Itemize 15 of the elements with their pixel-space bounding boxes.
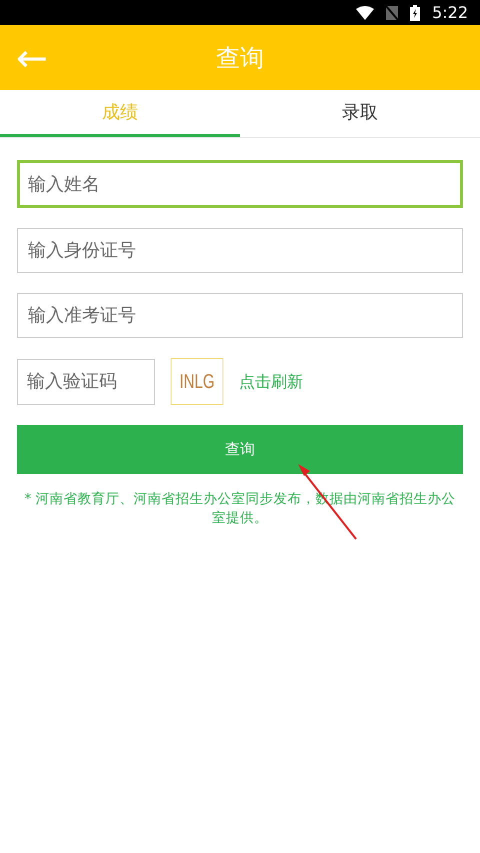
input-field[interactable]: 输入准考证号 — [17, 293, 463, 338]
tab[interactable]: 成绩 — [0, 90, 240, 137]
input-field[interactable]: 输入姓名 — [17, 160, 463, 208]
input-field[interactable]: 输入身份证号 — [17, 228, 463, 273]
submit-button[interactable]: 查询 — [17, 425, 463, 474]
captcha-field[interactable]: 输入验证码 — [17, 358, 155, 404]
tab[interactable]: 录取 — [240, 90, 480, 137]
no-signal-icon — [386, 6, 398, 20]
clock-time: 5:22 — [432, 2, 468, 24]
page-title: 查询 — [216, 42, 264, 74]
battery-icon — [410, 4, 420, 20]
back-button[interactable]: ← — [16, 38, 48, 76]
wifi-icon — [356, 6, 374, 20]
refresh-link[interactable]: 点击刷新 — [239, 370, 303, 394]
captcha-image[interactable]: INLG — [170, 358, 224, 405]
